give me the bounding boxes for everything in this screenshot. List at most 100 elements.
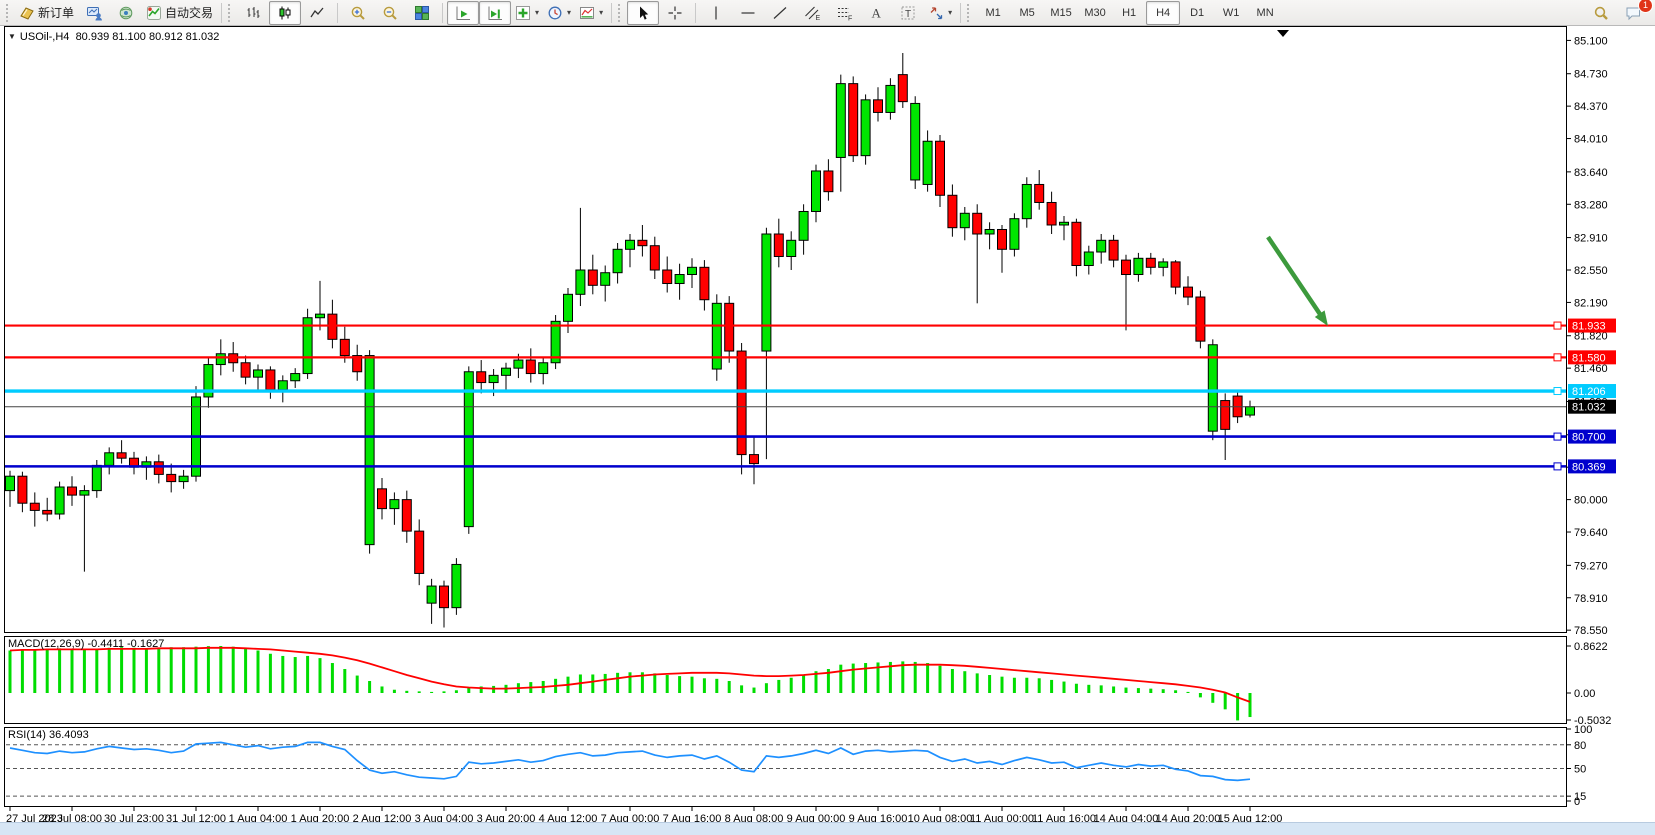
text-label-tool-button[interactable]: T <box>892 1 924 25</box>
channel-icon: E <box>804 5 821 21</box>
candle <box>278 381 287 390</box>
timeframe-mn-button[interactable]: MN <box>1248 1 1282 25</box>
vertical-line-tool-button[interactable] <box>700 1 732 25</box>
cursor-tool-button[interactable] <box>627 1 659 25</box>
candlestick-mode-button[interactable] <box>269 1 301 25</box>
add-indicator-icon <box>515 5 531 21</box>
toolbar: 新订单 自动交易 <box>0 0 1655 26</box>
tile-windows-button[interactable] <box>406 1 438 25</box>
auto-trading-button[interactable]: 自动交易 <box>142 1 217 25</box>
svg-text:E: E <box>815 15 820 21</box>
chevron-down-icon: ▾ <box>948 8 952 17</box>
notifications-button[interactable]: 1 <box>1617 1 1649 25</box>
bar-chart-mode-button[interactable] <box>237 1 269 25</box>
candle <box>316 314 325 318</box>
zoom-in-icon <box>350 5 366 21</box>
price-axis-tick: 82.190 <box>1574 297 1608 309</box>
timeframe-d1-button[interactable]: D1 <box>1180 1 1214 25</box>
candle <box>440 586 449 608</box>
macd-axis-tick: 0.8622 <box>1574 641 1608 653</box>
chart-canvas[interactable]: 85.10084.73084.37084.01083.64083.28082.9… <box>0 26 1655 835</box>
price-axis-tick: 82.910 <box>1574 233 1608 245</box>
arrows-tool-button[interactable]: ▾ <box>924 1 956 25</box>
search-button[interactable] <box>1585 1 1617 25</box>
candle <box>1246 407 1255 415</box>
candle <box>886 85 895 112</box>
zoom-in-button[interactable] <box>342 1 374 25</box>
timeframe-w1-button[interactable]: W1 <box>1214 1 1248 25</box>
candle <box>1010 219 1019 250</box>
auto-scroll-button[interactable] <box>447 1 479 25</box>
candle <box>936 141 945 195</box>
candle <box>1134 258 1143 274</box>
candle <box>998 229 1007 249</box>
candle <box>1035 184 1044 202</box>
new-order-button[interactable]: 新订单 <box>15 1 78 25</box>
template-icon <box>579 5 595 21</box>
community-button[interactable] <box>110 1 142 25</box>
crosshair-tool-button[interactable] <box>659 1 691 25</box>
auto-trading-label: 自动交易 <box>165 4 213 21</box>
timeframe-h4-button[interactable]: H4 <box>1146 1 1180 25</box>
candle <box>216 354 225 365</box>
chart-shift-button[interactable] <box>479 1 511 25</box>
candle <box>80 491 89 496</box>
candle <box>365 356 374 545</box>
price-axis-tick: 78.550 <box>1574 625 1608 637</box>
timeframe-m5-button[interactable]: M5 <box>1010 1 1044 25</box>
candle <box>787 240 796 256</box>
candle <box>92 465 101 490</box>
clock-icon <box>547 5 563 21</box>
candle <box>973 213 982 234</box>
candle <box>836 84 845 158</box>
candle <box>911 103 920 180</box>
indicators-button[interactable]: ▾ <box>511 1 543 25</box>
candlestick-icon <box>277 5 293 21</box>
chart-window[interactable]: 85.10084.73084.37084.01083.64083.28082.9… <box>0 26 1655 835</box>
candle <box>613 249 622 272</box>
candle <box>415 531 424 573</box>
chevron-down-icon: ▾ <box>599 8 603 17</box>
toolbar-grip[interactable] <box>228 4 233 22</box>
timeframe-h1-button[interactable]: H1 <box>1112 1 1146 25</box>
toolbar-grip[interactable] <box>6 4 11 22</box>
cursor-icon <box>635 5 651 21</box>
candle <box>737 351 746 455</box>
candle <box>923 141 932 184</box>
candle <box>1072 222 1081 265</box>
templates-button[interactable]: ▾ <box>575 1 607 25</box>
periods-button[interactable]: ▾ <box>543 1 575 25</box>
rsi-axis-tick: 100 <box>1574 724 1592 736</box>
candle <box>254 370 263 377</box>
toolbar-grip[interactable] <box>967 4 972 22</box>
trendline-tool-button[interactable] <box>764 1 796 25</box>
charts-window-button[interactable] <box>78 1 110 25</box>
toolbar-grip[interactable] <box>618 4 623 22</box>
candle <box>1146 258 1155 267</box>
horizontal-line-tool-button[interactable] <box>732 1 764 25</box>
price-axis-tick: 84.730 <box>1574 69 1608 81</box>
fibonacci-tool-button[interactable]: F <box>828 1 860 25</box>
timeframe-m30-button[interactable]: M30 <box>1078 1 1112 25</box>
text-label-icon: T <box>900 5 916 21</box>
candle <box>266 370 275 390</box>
arrow-objects-icon <box>928 5 944 21</box>
candle <box>861 100 870 156</box>
trendline-icon <box>772 5 788 21</box>
line-chart-mode-button[interactable] <box>301 1 333 25</box>
candle <box>588 270 597 285</box>
timeframe-m1-button[interactable]: M1 <box>976 1 1010 25</box>
candle <box>1109 240 1118 260</box>
chart-shift-icon <box>487 5 503 21</box>
candle <box>1060 222 1069 225</box>
equidistant-channel-tool-button[interactable]: E <box>796 1 828 25</box>
timeframe-m15-button[interactable]: M15 <box>1044 1 1078 25</box>
candle <box>663 270 672 284</box>
candle <box>774 234 783 257</box>
candle <box>6 476 15 490</box>
zoom-out-button[interactable] <box>374 1 406 25</box>
svg-text:T: T <box>905 9 911 20</box>
main-price-panel <box>5 27 1567 633</box>
text-tool-button[interactable]: A <box>860 1 892 25</box>
candle <box>576 270 585 294</box>
